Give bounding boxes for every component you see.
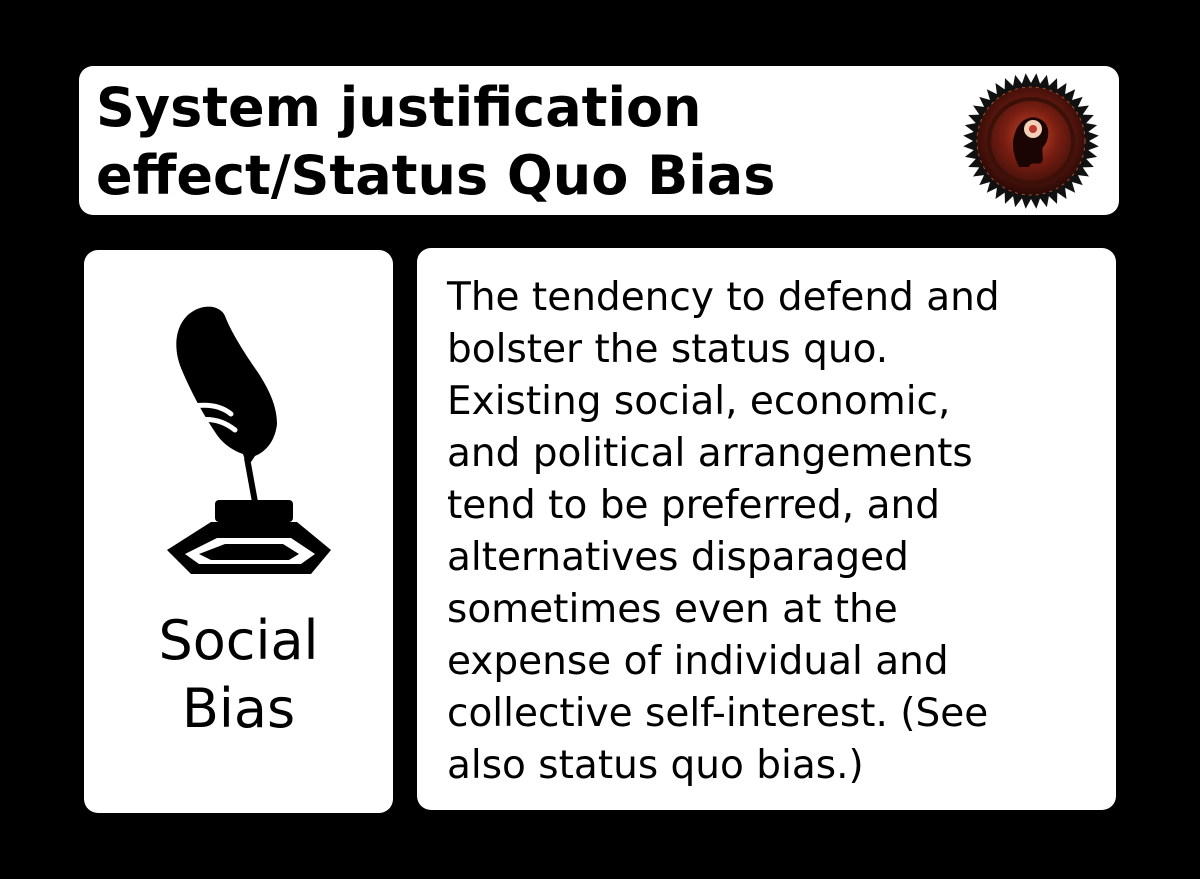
description-text: The tendency to defend and bolster the s… — [447, 275, 1000, 788]
category-label: Social Bias — [158, 609, 319, 740]
page-title: System justification effect/Status Quo B… — [96, 76, 776, 207]
category-card: Social Bias — [84, 250, 393, 813]
title-card: System justification effect/Status Quo B… — [79, 66, 1119, 215]
description-card: The tendency to defend and bolster the s… — [417, 248, 1116, 810]
quill-inkwell-icon — [167, 306, 331, 574]
cognitive-bias-seal-icon — [963, 73, 1099, 209]
